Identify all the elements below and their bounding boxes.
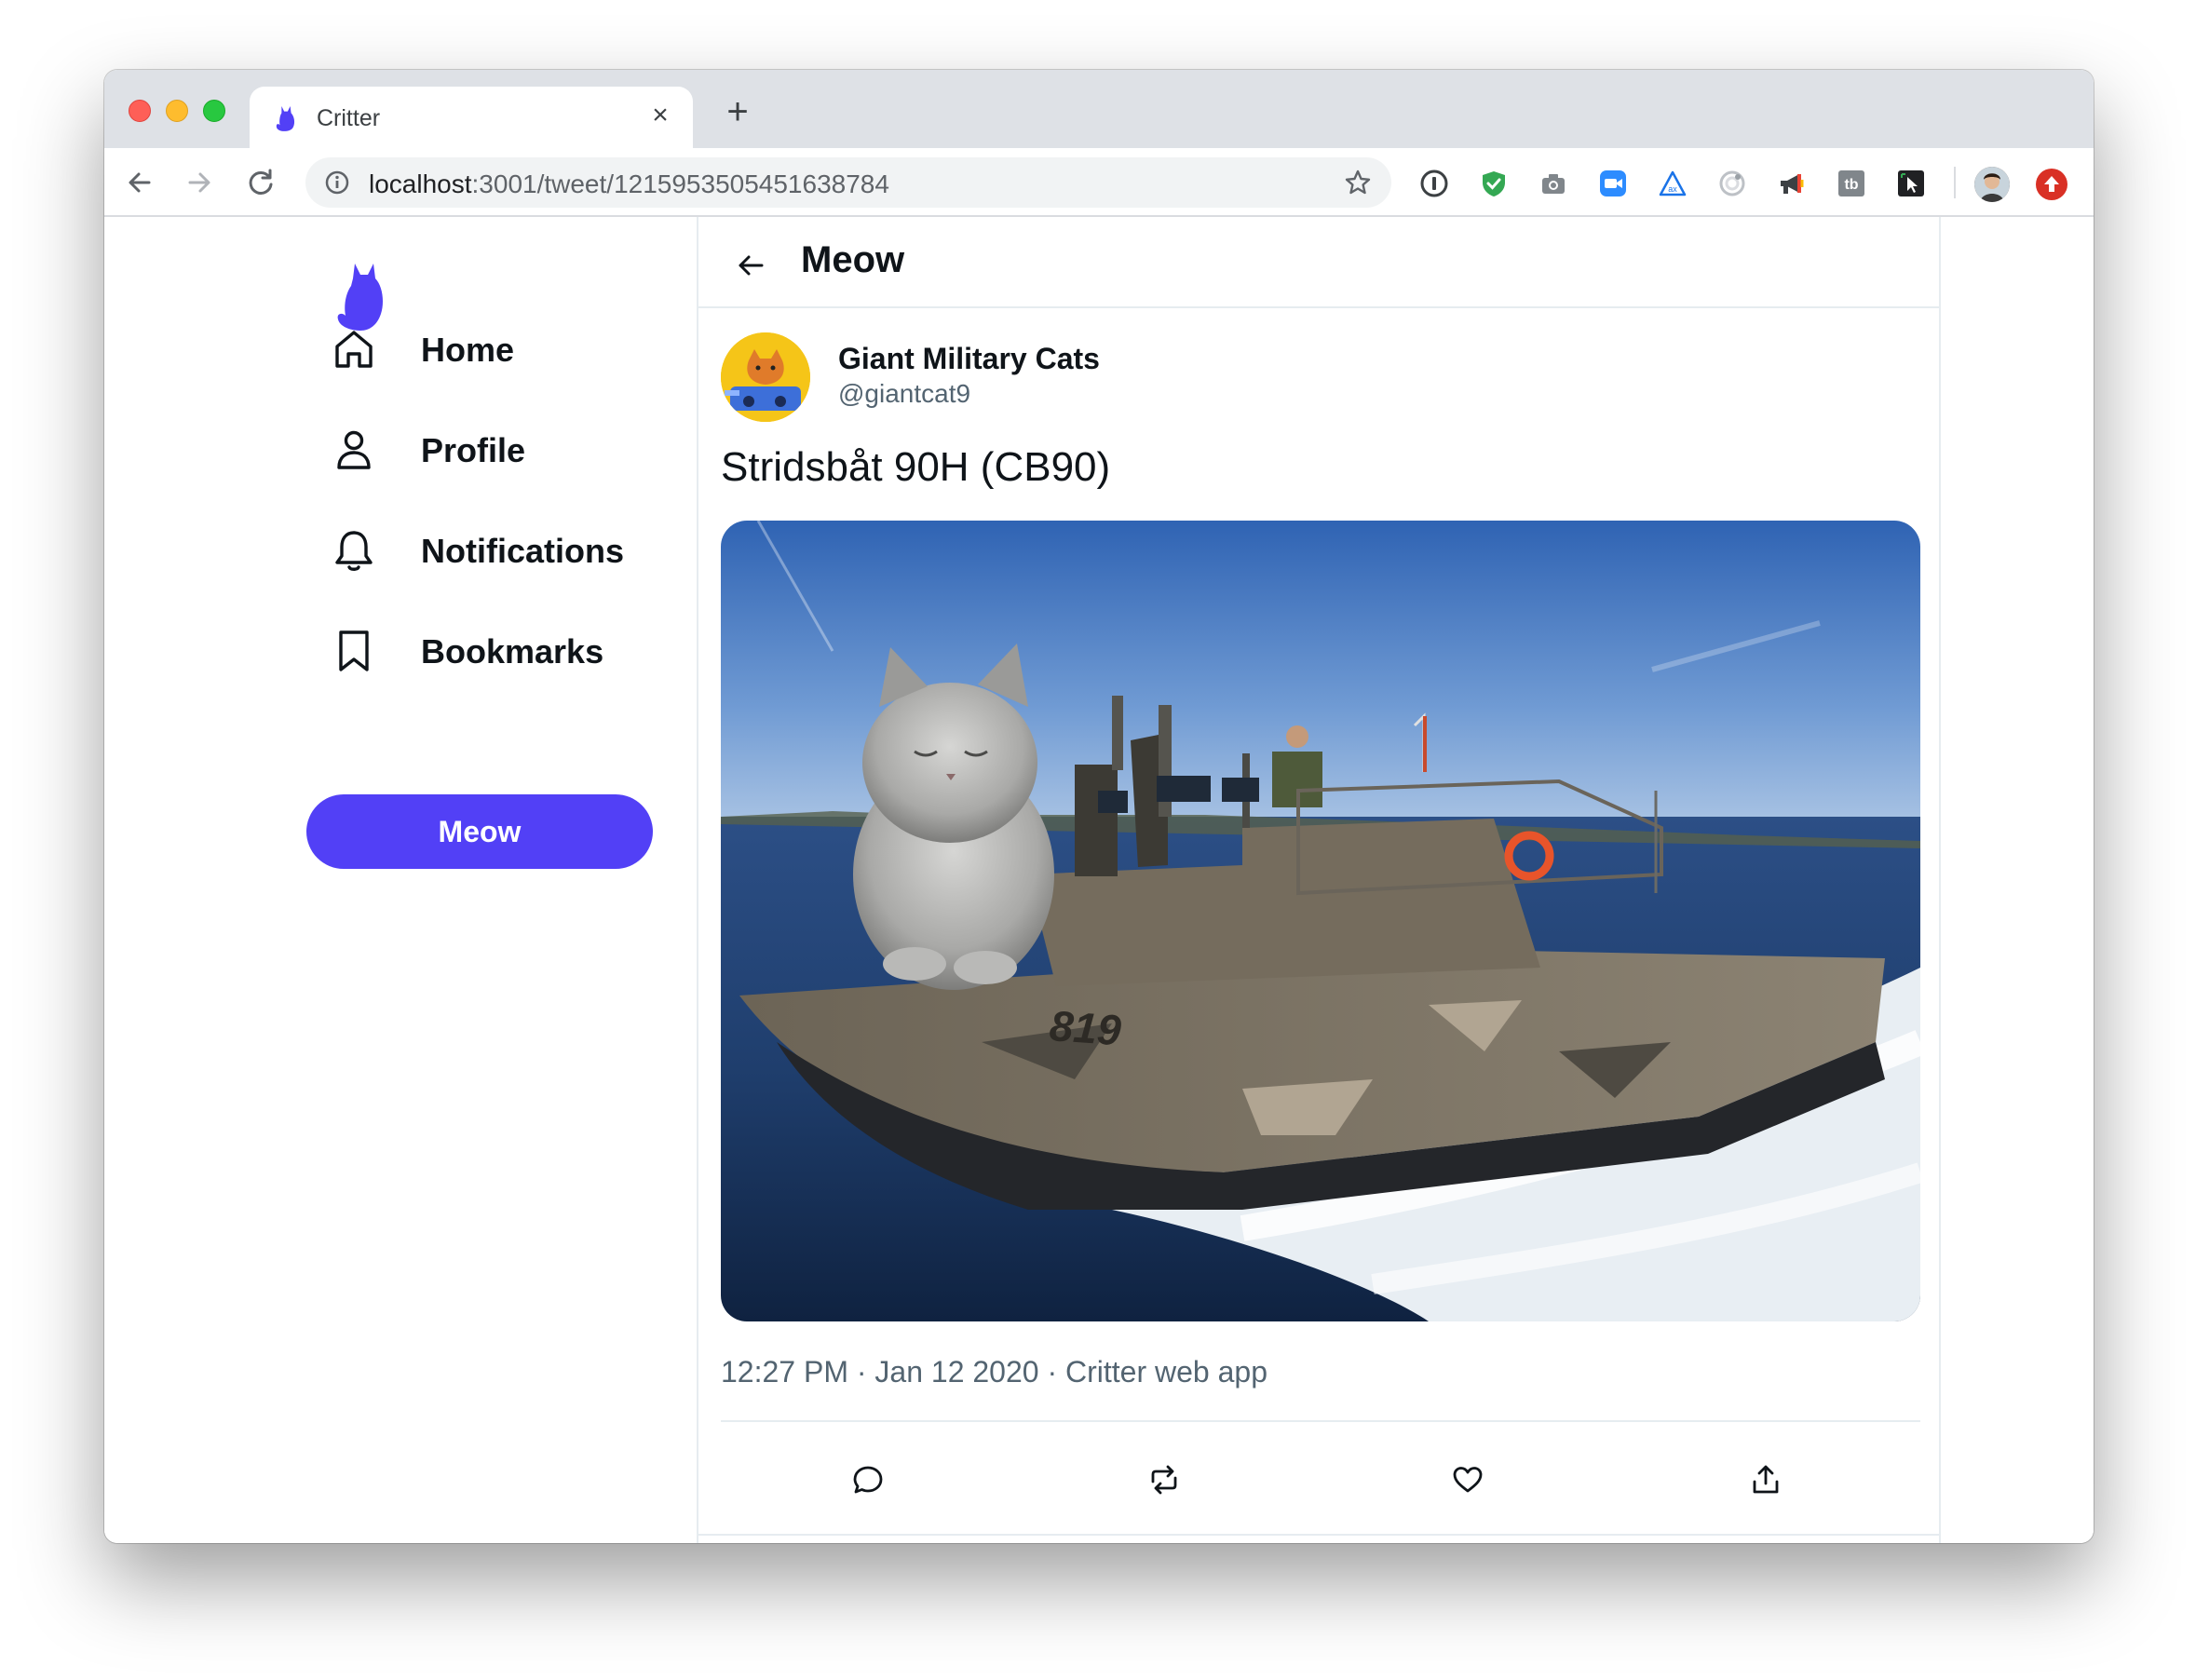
url-text: localhost:3001/tweet/1215953505451638784 [369,169,889,199]
back-arrow-icon[interactable] [732,247,769,284]
tab-strip: Critter × + [104,70,2094,148]
svg-text:tb: tb [1844,177,1858,193]
forward-arrow-icon[interactable] [181,164,218,201]
toolbar-divider [1954,167,1956,198]
browser-tab[interactable]: Critter × [250,87,693,148]
share-icon[interactable] [1749,1463,1783,1497]
sidebar-item-bookmarks[interactable]: Bookmarks [332,621,639,677]
bell-icon [335,531,373,571]
site-info-icon[interactable] [324,169,350,196]
maximize-window-button[interactable] [203,100,225,122]
sidebar-item-label: Profile [421,431,526,469]
main-header: Meow [698,217,1939,308]
like-icon[interactable] [1451,1463,1484,1497]
sidebar-item-profile[interactable]: Profile [332,420,639,476]
browser-profile-avatar[interactable] [1974,167,2010,202]
display-name[interactable]: Giant Military Cats [838,342,1100,376]
url-path: :3001/tweet/1215953505451638784 [471,169,889,198]
reply-icon[interactable] [851,1463,885,1497]
camera-icon[interactable] [1539,169,1568,198]
tb-icon[interactable]: tb [1837,169,1866,198]
divider [721,1420,1920,1422]
new-tab-button[interactable]: + [719,93,756,131]
browser-toolbar: localhost:3001/tweet/1215953505451638784… [104,148,2094,217]
zoom-icon[interactable] [1598,169,1628,198]
close-window-button[interactable] [129,100,151,122]
tab-title: Critter [317,105,381,131]
url-host: localhost [369,169,472,198]
sidebar-item-label: Home [421,331,515,369]
tweet-text: Stridsbåt 90H (CB90) [721,444,1111,490]
browser-window: Critter × + localhost:3001/tweet/1215953… [104,70,2094,1543]
tab-close-icon[interactable]: × [644,100,676,131]
boat-number-text: 819 [1048,1001,1123,1054]
home-icon [335,331,373,368]
svg-text:ax: ax [1668,184,1677,194]
sidebar-item-label: Notifications [421,532,625,570]
address-bar[interactable]: localhost:3001/tweet/1215953505451638784 [305,157,1391,208]
megaphone-icon[interactable] [1777,169,1807,198]
cat-favicon-icon [276,106,295,131]
meow-button[interactable]: Meow [306,794,653,869]
critter-page: Home Profile Notifications Bookmarks Meo… [104,217,2094,1543]
bookmark-star-icon[interactable] [1343,168,1373,197]
update-icon[interactable] [2036,169,2067,200]
sidebar-item-home[interactable]: Home [332,319,639,375]
reload-icon[interactable] [242,164,279,201]
avatar[interactable] [721,332,810,422]
user-handle[interactable]: @giantcat9 [838,379,970,409]
minimize-window-button[interactable] [166,100,188,122]
sidebar-item-notifications[interactable]: Notifications [332,521,639,576]
profile-icon [337,430,371,469]
back-arrow-icon[interactable] [121,164,158,201]
tweet-image[interactable]: 819 [721,521,1920,1321]
1password-icon[interactable] [1419,169,1449,198]
cursor-icon[interactable] [1896,169,1926,198]
page-title: Meow [801,239,905,280]
divider [698,1534,1939,1536]
sidebar-item-label: Bookmarks [421,632,604,671]
triangle-ax-icon[interactable]: ax [1658,169,1688,198]
shield-check-icon[interactable] [1479,169,1509,198]
bookmark-icon [339,630,369,671]
retweet-icon[interactable] [1147,1463,1181,1497]
sidebar: Home Profile Notifications Bookmarks Meo… [104,217,697,1543]
main-column: Meow Giant Military Cats @giantcat9 Stri… [697,217,1941,1543]
tweet-timestamp: 12:27 PM · Jan 12 2020 · Critter web app [721,1355,1267,1389]
color-picker-icon[interactable] [1717,169,1747,198]
